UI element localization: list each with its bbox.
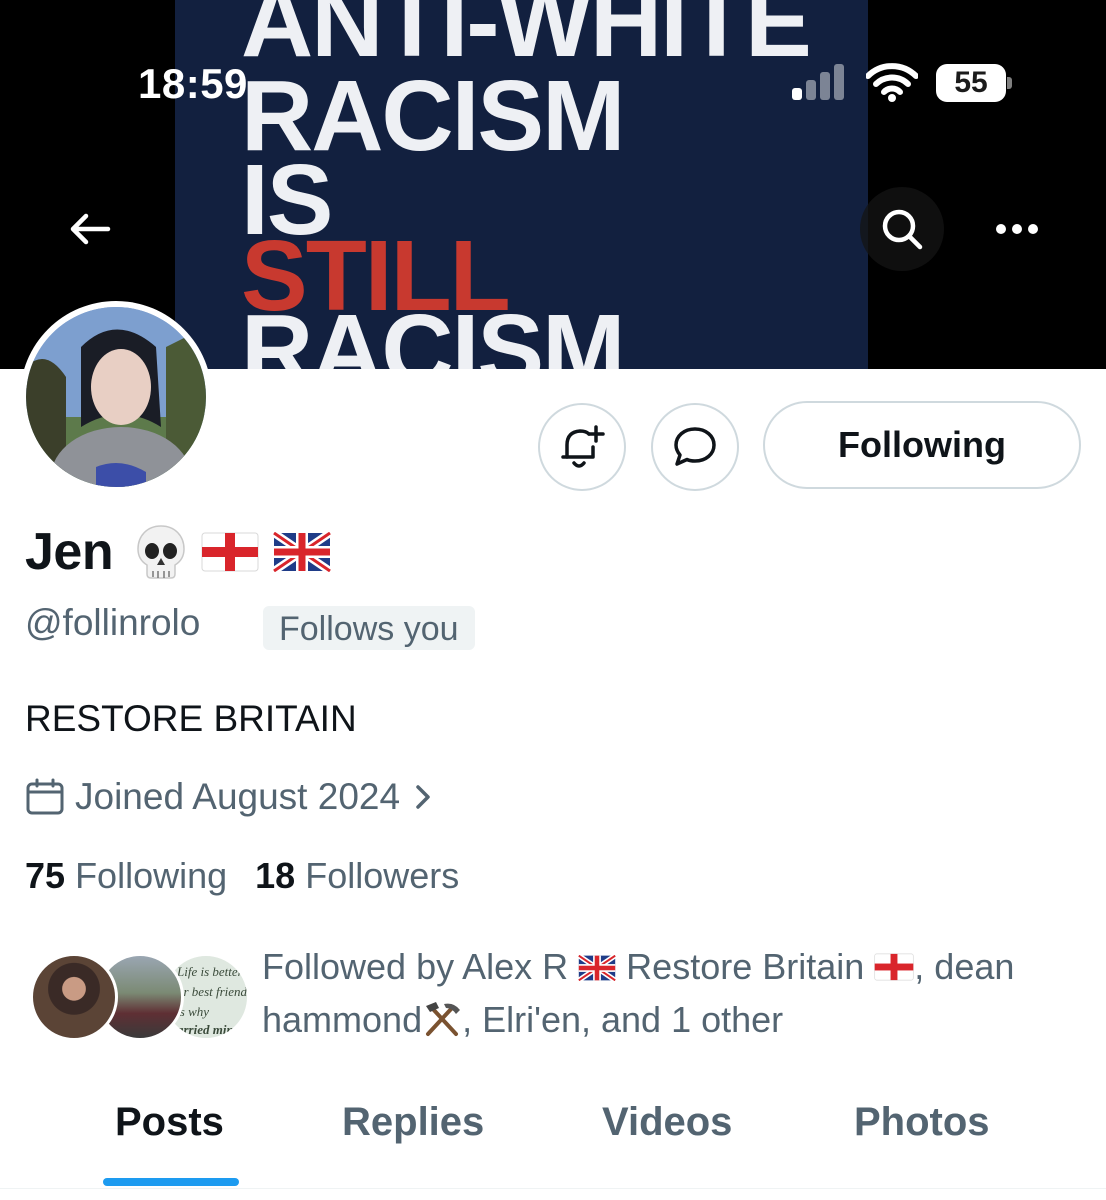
battery-level: 55: [954, 66, 988, 99]
follow-stats: 75 Following 18 Followers: [25, 855, 487, 897]
followers-count-link[interactable]: 18 Followers: [255, 855, 459, 897]
uk-flag-emoji-icon: [273, 532, 332, 572]
message-button[interactable]: [651, 403, 739, 491]
tab-photos[interactable]: Photos: [854, 1100, 990, 1145]
followed-by-text[interactable]: Followed by Alex R Restore Britain , dea…: [262, 940, 1072, 1046]
profile-bio: RESTORE BRITAIN: [25, 698, 357, 739]
following-button[interactable]: Following: [763, 401, 1081, 489]
tab-replies[interactable]: Replies: [342, 1100, 484, 1145]
active-tab-indicator: [103, 1178, 239, 1186]
uk-flag-emoji-icon: [577, 953, 617, 983]
following-count-link[interactable]: 75 Following: [25, 855, 227, 897]
tab-videos[interactable]: Videos: [602, 1100, 732, 1145]
profile-avatar[interactable]: [20, 301, 212, 493]
chat-bubble-icon: [674, 427, 716, 466]
following-count: 75: [25, 855, 66, 896]
user-handle: @follinrolo: [25, 602, 201, 643]
tabs-divider: [0, 1188, 1106, 1189]
england-flag-emoji-icon: [874, 953, 914, 981]
cellular-signal-icon: [792, 64, 852, 100]
hammer-pick-emoji-icon: [426, 1002, 461, 1036]
england-flag-emoji-icon: [201, 532, 259, 572]
followed-by-avatars[interactable]: Life is better ur best friend, 's why ar…: [30, 953, 250, 1043]
profile-banner[interactable]: ANTI-WHITE RACISM IS STILL RACISM. 18:59…: [0, 0, 1106, 369]
calendar-icon: [26, 778, 64, 815]
tab-posts[interactable]: Posts: [115, 1100, 224, 1145]
avatar-photo: [26, 307, 206, 487]
status-bar-time: 18:59: [138, 60, 248, 107]
battery-icon: 55: [936, 64, 1012, 102]
poster-text-line: RACISM.: [241, 294, 651, 369]
following-label: Following: [75, 855, 228, 896]
followers-label: Followers: [305, 855, 460, 896]
chevron-right-icon: [416, 785, 430, 809]
arrow-left-icon: [70, 213, 111, 245]
skull-emoji-icon: [137, 525, 185, 579]
display-name: Jen: [25, 523, 114, 581]
search-icon: [882, 209, 923, 250]
banner-poster-image: ANTI-WHITE RACISM IS STILL RACISM.: [175, 0, 868, 369]
notifications-button[interactable]: [538, 403, 626, 491]
joined-date: Joined August 2024: [75, 776, 401, 817]
followers-count: 18: [255, 855, 296, 896]
profile-tabs: Posts Replies Videos Photos: [0, 1092, 1106, 1200]
wifi-icon: [865, 62, 919, 102]
more-options-button[interactable]: [975, 187, 1059, 271]
joined-date-link[interactable]: Joined August 2024: [25, 775, 442, 819]
search-button[interactable]: [860, 187, 944, 271]
ellipsis-icon: [996, 224, 1038, 234]
follows-you-badge: Follows you: [263, 606, 475, 650]
display-name-row: Jen: [25, 522, 332, 582]
back-button[interactable]: [48, 187, 132, 271]
bell-plus-icon: [561, 425, 605, 468]
avatar: [30, 953, 118, 1041]
